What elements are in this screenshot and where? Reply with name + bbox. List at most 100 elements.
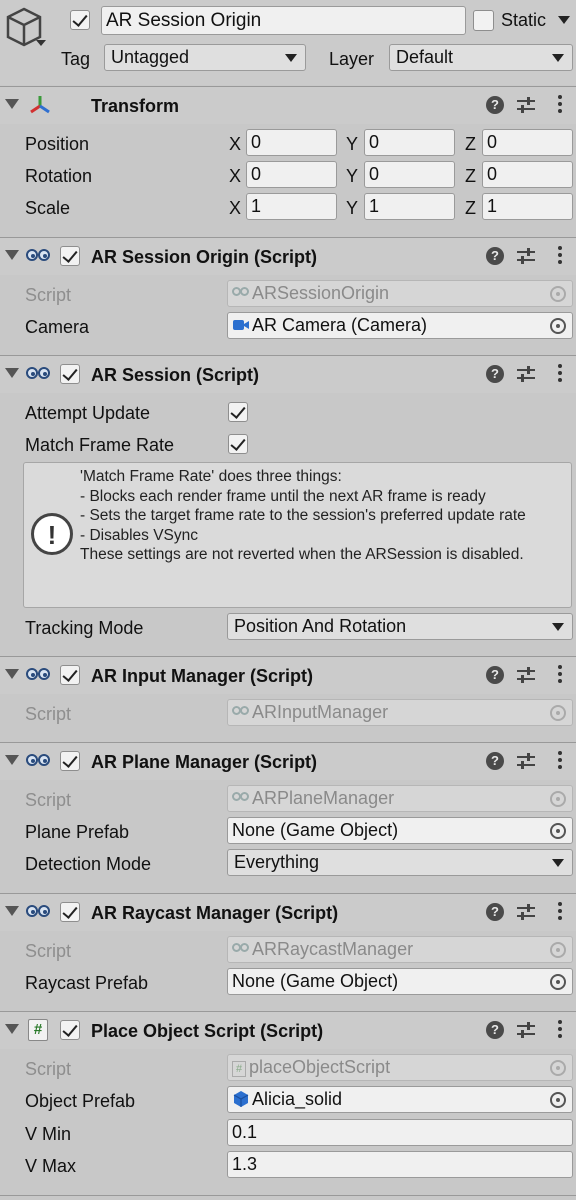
transform-body: Position X 0 Y 0 Z 0 Rotation X 0 Y 0 Z …	[0, 124, 576, 237]
rotation-x-field[interactable]: 0	[246, 161, 337, 188]
help-icon[interactable]: ?	[486, 1021, 504, 1039]
active-checkbox[interactable]	[70, 10, 90, 30]
ar-plane-manager-enabled-checkbox[interactable]	[60, 751, 80, 771]
script-icon	[26, 666, 52, 684]
plane-prefab-label: Plane Prefab	[25, 822, 130, 842]
kebab-icon[interactable]	[558, 246, 562, 267]
script-icon	[232, 791, 250, 805]
foldout-arrow-icon[interactable]	[5, 368, 19, 378]
object-prefab-label: Object Prefab	[25, 1091, 136, 1111]
sliders-icon[interactable]	[517, 365, 535, 383]
layer-value: Default	[396, 47, 454, 67]
y-axis-label: Y	[346, 134, 359, 154]
ar-plane-manager-header[interactable]: AR Plane Manager (Script) ?	[0, 742, 576, 780]
sliders-icon[interactable]	[517, 903, 535, 921]
ar-input-manager-enabled-checkbox[interactable]	[60, 665, 80, 685]
ar-session-title: AR Session (Script)	[91, 365, 260, 385]
ar-session-origin-header[interactable]: AR Session Origin (Script) ?	[0, 237, 576, 275]
place-object-script-enabled-checkbox[interactable]	[60, 1020, 80, 1040]
static-dropdown-arrow[interactable]	[558, 16, 570, 24]
object-picker-icon[interactable]	[550, 823, 566, 839]
tag-dropdown[interactable]: Untagged	[104, 44, 306, 71]
object-picker-icon[interactable]	[550, 318, 566, 334]
match-frame-rate-checkbox[interactable]	[228, 434, 248, 454]
ar-raycast-manager-header[interactable]: AR Raycast Manager (Script) ?	[0, 893, 576, 931]
plane-prefab-field[interactable]: None (Game Object)	[227, 817, 573, 844]
tracking-mode-value: Position And Rotation	[234, 616, 407, 636]
static-checkbox[interactable]	[473, 10, 494, 31]
ar-raycast-manager-title: AR Raycast Manager (Script)	[91, 903, 339, 923]
sliders-icon[interactable]	[517, 96, 535, 114]
ar-input-manager-header[interactable]: AR Input Manager (Script) ?	[0, 656, 576, 694]
kebab-icon[interactable]	[558, 364, 562, 385]
position-y-field[interactable]: 0	[364, 129, 455, 156]
position-z-field[interactable]: 0	[482, 129, 573, 156]
script-label: Script	[25, 790, 72, 810]
detection-mode-dropdown[interactable]: Everything	[227, 849, 573, 876]
kebab-icon[interactable]	[558, 1020, 562, 1041]
sliders-icon[interactable]	[517, 247, 535, 265]
ar-input-manager-title: AR Input Manager (Script)	[91, 666, 314, 686]
foldout-arrow-icon[interactable]	[5, 906, 19, 916]
place-object-script-header[interactable]: # Place Object Script (Script) ?	[0, 1011, 576, 1049]
rotation-y-field[interactable]: 0	[364, 161, 455, 188]
help-icon[interactable]: ?	[486, 247, 504, 265]
layer-label: Layer	[329, 49, 375, 69]
rotation-label: Rotation	[25, 166, 93, 186]
icon-dropdown-arrow[interactable]	[36, 40, 46, 46]
kebab-icon[interactable]	[558, 665, 562, 686]
chevron-down-icon	[552, 859, 564, 867]
help-icon[interactable]: ?	[486, 752, 504, 770]
tag-value: Untagged	[111, 47, 190, 67]
object-prefab-field[interactable]: Alicia_solid	[227, 1086, 573, 1113]
detection-mode-value: Everything	[234, 852, 320, 872]
rotation-z-field[interactable]: 0	[482, 161, 573, 188]
scale-x-field[interactable]: 1	[246, 193, 337, 220]
foldout-arrow-icon[interactable]	[5, 1024, 19, 1034]
vmax-field[interactable]: 1.3	[227, 1151, 573, 1178]
sliders-icon[interactable]	[517, 666, 535, 684]
object-picker-icon[interactable]	[550, 974, 566, 990]
ar-session-origin-enabled-checkbox[interactable]	[60, 246, 80, 266]
foldout-arrow-icon[interactable]	[5, 250, 19, 260]
foldout-arrow-icon[interactable]	[5, 669, 19, 679]
sliders-icon[interactable]	[517, 1021, 535, 1039]
script-icon	[232, 705, 250, 719]
object-picker-icon[interactable]	[550, 1092, 566, 1108]
help-icon[interactable]: ?	[486, 365, 504, 383]
tag-label: Tag	[61, 49, 91, 69]
help-icon[interactable]: ?	[486, 96, 504, 114]
script-label: Script	[25, 941, 72, 961]
scale-z-field[interactable]: 1	[482, 193, 573, 220]
scale-label: Scale	[25, 198, 71, 218]
ar-raycast-manager-enabled-checkbox[interactable]	[60, 902, 80, 922]
tracking-mode-label: Tracking Mode	[25, 618, 144, 638]
kebab-icon[interactable]	[558, 95, 562, 116]
script-field: ARPlaneManager	[227, 785, 573, 812]
vmax-label: V Max	[25, 1156, 77, 1176]
foldout-arrow-icon[interactable]	[5, 755, 19, 765]
attempt-update-checkbox[interactable]	[228, 402, 248, 422]
sliders-icon[interactable]	[517, 752, 535, 770]
position-x-field[interactable]: 0	[246, 129, 337, 156]
foldout-arrow-icon[interactable]	[5, 99, 19, 109]
ar-session-enabled-checkbox[interactable]	[60, 364, 80, 384]
ar-session-header[interactable]: AR Session (Script) ?	[0, 355, 576, 393]
transform-header[interactable]: Transform ?	[0, 86, 576, 124]
object-picker-icon	[550, 791, 566, 807]
camera-field[interactable]: AR Camera (Camera)	[227, 312, 573, 339]
help-icon[interactable]: ?	[486, 666, 504, 684]
scale-y-field[interactable]: 1	[364, 193, 455, 220]
vmin-field[interactable]: 0.1	[227, 1119, 573, 1146]
tracking-mode-dropdown[interactable]: Position And Rotation	[227, 613, 573, 640]
object-prefab-value: Alicia_solid	[252, 1089, 343, 1109]
attempt-update-label: Attempt Update	[25, 403, 151, 423]
object-name-field[interactable]: AR Session Origin	[101, 6, 466, 35]
kebab-icon[interactable]	[558, 902, 562, 923]
help-icon[interactable]: ?	[486, 903, 504, 921]
layer-dropdown[interactable]: Default	[389, 44, 573, 71]
y-axis-label: Y	[346, 198, 359, 218]
raycast-prefab-field[interactable]: None (Game Object)	[227, 968, 573, 995]
object-picker-icon	[550, 286, 566, 302]
kebab-icon[interactable]	[558, 751, 562, 772]
